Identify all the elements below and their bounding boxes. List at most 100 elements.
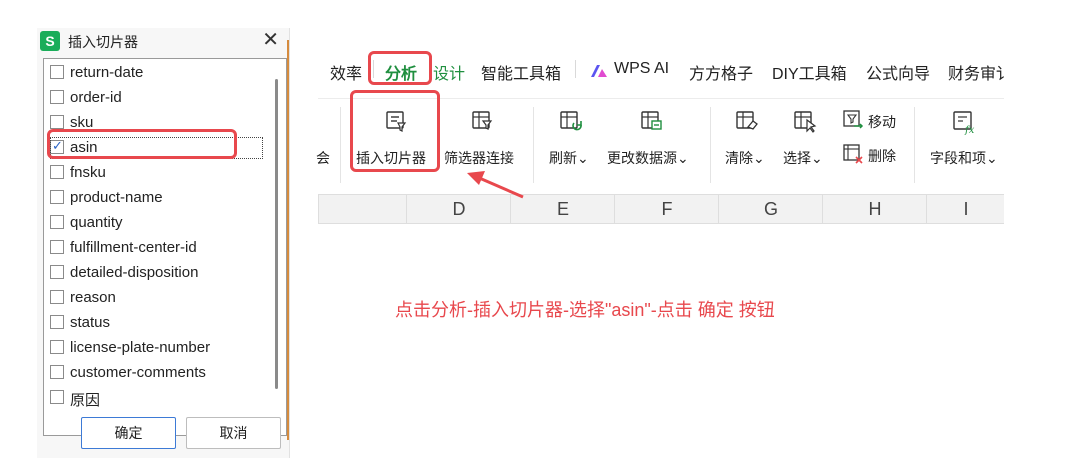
refresh-label: 刷新⌄: [549, 150, 589, 166]
move-label: 移动: [868, 114, 896, 130]
field-item-license-plate-number[interactable]: license-plate-number: [50, 337, 260, 359]
field-label: fnsku: [70, 164, 106, 181]
chevron-down-icon: ⌄: [811, 150, 823, 166]
tab-smart-toolbox[interactable]: 智能工具箱: [481, 60, 561, 84]
change-data-source-label: 更改数据源⌄: [607, 150, 689, 166]
tab-formula-wizard[interactable]: 公式向导: [866, 60, 930, 84]
wps-spreadsheet-icon: S: [40, 31, 60, 51]
wps-ai-icon: [591, 65, 607, 77]
field-label: customer-comments: [70, 364, 206, 381]
toolbar-separator: [340, 107, 341, 183]
tab-diy-toolbox[interactable]: DIY工具箱: [772, 60, 847, 84]
field-item-order-id[interactable]: order-id: [50, 87, 260, 109]
field-label: order-id: [70, 89, 122, 106]
field-item-product-name[interactable]: product-name: [50, 187, 260, 209]
tab-finance[interactable]: 财务审讠: [948, 60, 1012, 84]
field-checkbox[interactable]: [50, 365, 64, 379]
cancel-button[interactable]: 取消: [186, 417, 281, 449]
instruction-text: 点击分析-插入切片器-选择"asin"-点击 确定 按钮: [395, 300, 775, 320]
insert-slicer-dialog: S 插入切片器 ✕ return-dateorder-idskuasinfnsk…: [37, 28, 290, 458]
select-icon: [794, 111, 817, 133]
field-checkbox[interactable]: [50, 265, 64, 279]
field-item-detailed-disposition[interactable]: detailed-disposition: [50, 262, 260, 284]
field-checkbox[interactable]: [50, 340, 64, 354]
insert-slicer-highlight-box: [350, 90, 440, 172]
field-item-return-date[interactable]: return-date: [50, 62, 260, 84]
fields-items-label: 字段和项⌄: [930, 150, 998, 166]
toolbar-separator: [914, 107, 915, 183]
field-checkbox[interactable]: [50, 315, 64, 329]
partial-tool-label: 会: [316, 150, 330, 166]
clear-label: 清除⌄: [725, 150, 765, 166]
field-checkbox[interactable]: [50, 65, 64, 79]
field-item--[interactable]: 原因: [50, 387, 260, 409]
field-item-fulfillment-center-id[interactable]: fulfillment-center-id: [50, 237, 260, 259]
select-label: 选择⌄: [783, 150, 823, 166]
column-header-h[interactable]: H: [822, 195, 927, 223]
clear-button[interactable]: 清除⌄: [724, 109, 770, 181]
field-label: quantity: [70, 214, 123, 231]
field-label: reason: [70, 289, 116, 306]
field-checkbox[interactable]: [50, 240, 64, 254]
field-checkbox[interactable]: [50, 190, 64, 204]
field-label: status: [70, 314, 111, 331]
field-checkbox[interactable]: [50, 90, 64, 104]
field-item-reason[interactable]: reason: [50, 287, 260, 309]
tab-efficiency[interactable]: 效率: [330, 60, 362, 84]
change-data-source-button[interactable]: 更改数据源⌄: [606, 109, 698, 181]
annotation-arrow: [467, 171, 524, 199]
column-header-row: D E F G H I: [318, 194, 1004, 224]
chevron-down-icon: ⌄: [986, 150, 998, 166]
tab-design[interactable]: 设计: [433, 60, 465, 84]
clear-icon: [736, 111, 758, 130]
refresh-button[interactable]: 刷新⌄: [548, 109, 594, 181]
field-label: fulfillment-center-id: [70, 239, 197, 256]
change-source-icon: [641, 111, 662, 130]
dialog-title: 插入切片器: [68, 34, 138, 50]
delete-button[interactable]: 删除: [842, 143, 904, 169]
delete-label: 删除: [868, 148, 896, 164]
fields-items-button[interactable]: fx 字段和项⌄: [928, 109, 1002, 181]
asin-highlight-box: [47, 129, 237, 159]
column-header-g[interactable]: G: [718, 195, 823, 223]
ribbon: 效率 分析 设计 智能工具箱 WPS AI 方方格子 DIY工具箱 公式向导 财…: [316, 38, 1012, 228]
field-checkbox[interactable]: [50, 390, 64, 404]
chevron-down-icon: ⌄: [677, 150, 689, 166]
column-header-i[interactable]: I: [926, 195, 1005, 223]
sheet-edge-strip: [287, 40, 289, 440]
field-list: return-dateorder-idskuasinfnskuproduct-n…: [43, 58, 287, 436]
field-label: license-plate-number: [70, 339, 211, 356]
tab-fangfang[interactable]: 方方格子: [689, 60, 753, 84]
delete-icon: [843, 144, 863, 164]
svg-text:fx: fx: [964, 125, 975, 135]
chevron-down-icon: ⌄: [753, 150, 765, 166]
field-label: return-date: [70, 64, 144, 81]
select-button[interactable]: 选择⌄: [782, 109, 828, 181]
refresh-icon: [560, 111, 582, 131]
chevron-down-icon: ⌄: [577, 150, 589, 166]
ok-button[interactable]: 确定: [81, 417, 176, 449]
field-checkbox[interactable]: [50, 215, 64, 229]
column-header-f[interactable]: F: [614, 195, 719, 223]
field-checkbox[interactable]: [50, 290, 64, 304]
filter-connection-icon: [472, 111, 493, 130]
field-label: detailed-disposition: [70, 264, 199, 281]
field-checkbox[interactable]: [50, 115, 64, 129]
column-header-empty: [318, 195, 407, 223]
tab-wps-ai[interactable]: WPS AI: [614, 60, 669, 78]
field-label: 原因: [70, 392, 101, 409]
close-icon[interactable]: ✕: [262, 28, 279, 52]
field-item-status[interactable]: status: [50, 312, 260, 334]
field-item-fnsku[interactable]: fnsku: [50, 162, 260, 184]
field-checkbox[interactable]: [50, 165, 64, 179]
analysis-tab-highlight-box: [368, 51, 432, 85]
field-label: product-name: [70, 189, 163, 206]
list-scrollbar[interactable]: [275, 79, 278, 389]
move-button[interactable]: 移动: [842, 109, 904, 135]
toolbar-separator: [710, 107, 711, 183]
field-item-customer-comments[interactable]: customer-comments: [50, 362, 260, 384]
field-item-quantity[interactable]: quantity: [50, 212, 260, 234]
move-icon: [843, 110, 864, 129]
field-formula-icon: fx: [953, 111, 975, 135]
dialog-titlebar: S 插入切片器 ✕: [37, 28, 289, 54]
